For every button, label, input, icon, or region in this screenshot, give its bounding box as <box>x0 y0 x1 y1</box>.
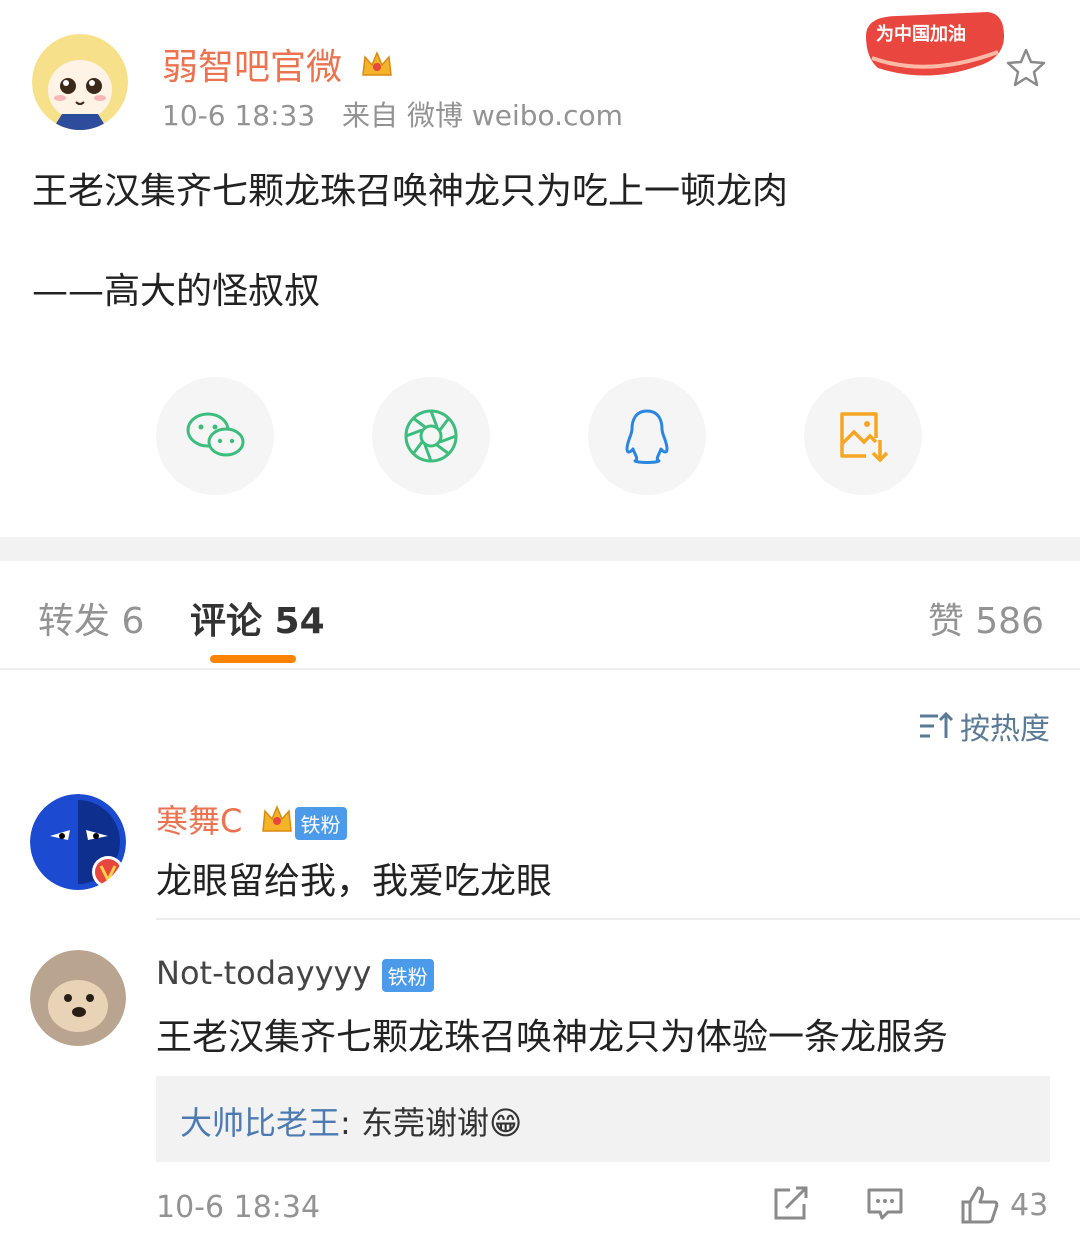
tab-like[interactable]: 赞 586 <box>928 592 1044 644</box>
save-image-icon <box>840 412 889 463</box>
sort-by-hot-button[interactable]: 按热度 <box>918 704 1050 748</box>
commenter-name[interactable]: Not-todayyyy <box>156 954 371 992</box>
favorite-star-icon[interactable] <box>1004 46 1048 90</box>
author-name[interactable]: 弱智吧官微 <box>162 38 395 92</box>
comment-time: 10-6 18:34 <box>156 1190 321 1225</box>
commenter-name-row: 寒舞C 铁粉 <box>156 796 347 845</box>
post-text-line-1: 王老汉集齐七颗龙珠召唤神龙只为吃上一顿龙肉 <box>32 171 789 212</box>
vip-crown-icon <box>259 801 295 845</box>
reply-content: 东莞谢谢😁 <box>360 1104 523 1142</box>
tabs-divider <box>0 668 1080 670</box>
repost-comment-button[interactable] <box>772 1186 810 1222</box>
sort-label[interactable]: 按热度 <box>960 704 1050 748</box>
reply-comment-button[interactable] <box>866 1186 904 1222</box>
share-icon <box>774 1186 808 1220</box>
share-moments-button[interactable] <box>372 377 490 495</box>
comment-text: 王老汉集齐七颗龙珠召唤神龙只为体验一条龙服务 <box>156 1017 949 1058</box>
fan-badge: 铁粉 <box>381 958 434 992</box>
commenter-name-row: Not-todayyyy 铁粉 <box>156 954 434 992</box>
sort-icon <box>920 711 954 738</box>
moments-icon <box>404 409 458 463</box>
active-tab-indicator <box>210 655 296 663</box>
reply-preview-text: 大帅比老王: 东莞谢谢😁 <box>180 1098 522 1144</box>
wechat-icon <box>186 412 245 457</box>
event-badge-text: 为中国加油 <box>876 23 966 45</box>
like-count: 43 <box>1010 1187 1049 1223</box>
author-name-text[interactable]: 弱智吧官微 <box>162 47 342 88</box>
post-meta: 10-6 18:33 来自 微博 weibo.com <box>162 94 641 134</box>
fan-badge: 铁粉 <box>294 806 347 840</box>
reply-separator: : <box>340 1104 361 1142</box>
qq-icon <box>625 409 669 464</box>
save-image-button[interactable] <box>804 377 922 495</box>
comment-separator <box>156 918 1080 920</box>
commenter-name[interactable]: 寒舞C <box>156 802 242 840</box>
reply-preview[interactable]: 大帅比老王: 东莞谢谢😁 <box>156 1076 1050 1162</box>
comment-icon <box>867 1188 903 1220</box>
share-qq-button[interactable] <box>588 377 706 495</box>
crown-icon <box>359 47 395 92</box>
author-avatar[interactable] <box>32 34 128 130</box>
comment-text: 龙眼留给我，我爱吃龙眼 <box>156 861 553 902</box>
share-wechat-button[interactable] <box>156 377 274 495</box>
section-divider <box>0 537 1080 561</box>
tab-comment[interactable]: 评论 54 <box>190 592 325 644</box>
thumbs-up-icon <box>961 1186 999 1224</box>
post-source: 来自 微博 weibo.com <box>342 99 623 132</box>
commenter-avatar[interactable] <box>30 950 126 1046</box>
event-badge[interactable]: 为中国加油 <box>858 6 1008 84</box>
commenter-avatar[interactable] <box>30 794 126 890</box>
tab-repost[interactable]: 转发 6 <box>38 592 144 644</box>
like-comment-button[interactable]: 43 <box>960 1186 1048 1224</box>
post-text-line-2: ——高大的怪叔叔 <box>32 271 321 312</box>
post-time: 10-6 18:33 <box>162 99 316 132</box>
reply-user[interactable]: 大帅比老王 <box>180 1104 340 1142</box>
